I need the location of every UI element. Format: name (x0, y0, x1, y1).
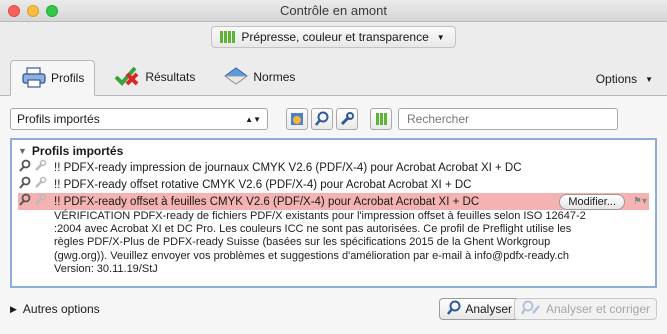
disclosure-closed-icon: ▶ (10, 303, 17, 314)
printer-icon (21, 66, 47, 91)
group-label: Profils importés (31, 144, 124, 158)
chevron-updown-icon: ▲▼ (245, 114, 261, 124)
tab-profils-label: Profils (51, 71, 85, 85)
minimize-window-button[interactable] (27, 5, 39, 17)
magnifier-icon (446, 300, 462, 319)
tab-resultats[interactable]: Résultats (103, 59, 205, 95)
tab-resultats-label: Résultats (145, 70, 196, 84)
options-menu[interactable]: Options ▼ (596, 72, 653, 86)
tab-profils[interactable]: Profils (10, 60, 96, 96)
tab-normes-label: Normes (253, 70, 296, 84)
magnifier-icon (18, 193, 32, 210)
profile-category-dropdown[interactable]: Prépresse, couleur et transparence ▼ (211, 26, 456, 48)
list-item[interactable]: !! PDFX-ready offset rotative CMYK V2.6 … (18, 176, 649, 193)
group-header[interactable]: ▼ Profils importés (18, 143, 649, 159)
new-profile-icon (291, 113, 303, 125)
preflight-window: Contrôle en amont Prépresse, couleur et … (0, 0, 667, 334)
profile-bar: Prépresse, couleur et transparence ▼ (0, 22, 667, 52)
options-label: Options (595, 72, 638, 86)
analyze-and-fix-button[interactable]: Analyser et corriger (513, 298, 657, 320)
wrench-icon (33, 159, 47, 176)
check-cross-icon (113, 65, 141, 90)
bottom-bar: ▶ Autres options Analyser Analyser et co… (0, 292, 667, 326)
profile-filter-select[interactable]: Profils importés ▲▼ (10, 108, 268, 130)
profile-name: !! PDFX-ready offset à feuilles CMYK V2.… (54, 195, 480, 208)
list-item-selected[interactable]: !! PDFX-ready offset à feuilles CMYK V2.… (18, 193, 649, 210)
modify-button[interactable]: Modifier... (559, 193, 626, 210)
profile-name: !! PDFX-ready offset rotative CMYK V2.6 … (54, 178, 472, 191)
profile-category-label: Prépresse, couleur et transparence (241, 30, 429, 44)
library-button[interactable] (370, 108, 392, 130)
chevron-down-icon: ▼ (436, 32, 445, 42)
profiles-toolbar: Profils importés ▲▼ (10, 106, 657, 132)
analyze-label: Analyser (465, 302, 512, 316)
find-button[interactable] (311, 108, 333, 130)
bars-icon (375, 113, 387, 125)
description-line: (gwg.org)). Veuillez envoyer vos problèm… (54, 249, 570, 262)
description-line: :2004 avec Acrobat XI et DC Pro. Les cou… (54, 223, 572, 236)
new-profile-button[interactable] (286, 108, 308, 130)
magnifier-icon (18, 159, 32, 176)
close-window-button[interactable] (8, 5, 20, 17)
tab-bar: Profils Résultats Normes Options ▼ (0, 52, 667, 96)
flag-menu-icon[interactable]: ⚑▾ (633, 196, 647, 207)
window-title: Contrôle en amont (280, 3, 387, 18)
wrench-icon (340, 112, 354, 126)
description-line: VÉRIFICATION PDFX-ready de fichiers PDF/… (54, 210, 586, 222)
more-options-toggle[interactable]: ▶ Autres options (10, 302, 100, 316)
magnifier-wrench-icon (520, 300, 543, 319)
description-line: Version: 30.11.19/StJ (54, 262, 158, 275)
window-controls (8, 5, 58, 17)
fixup-button[interactable] (336, 108, 358, 130)
magnifier-icon (315, 111, 329, 126)
bars-icon (220, 31, 236, 43)
chevron-down-icon: ▼ (645, 74, 653, 84)
profile-filter-value: Profils importés (17, 112, 100, 126)
profiles-list: ▼ Profils importés !! PDFX-ready impress… (10, 138, 657, 288)
description-line: règles PDF/X-Plus de PDFX-ready Suisse (… (54, 236, 551, 249)
maximize-window-button[interactable] (46, 5, 58, 17)
disclosure-open-icon: ▼ (18, 146, 27, 156)
wrench-icon (33, 193, 47, 210)
wrench-icon (33, 176, 47, 193)
profile-description: VÉRIFICATION PDFX-ready de fichiers PDF/… (54, 210, 649, 276)
more-options-label: Autres options (22, 302, 100, 316)
tab-normes[interactable]: Normes (213, 59, 305, 95)
analyze-fix-label: Analyser et corriger (545, 302, 650, 316)
title-bar: Contrôle en amont (0, 0, 667, 22)
diamond-icon (223, 65, 249, 90)
search-input[interactable] (398, 108, 618, 130)
analyze-button[interactable]: Analyser (439, 298, 519, 320)
profile-name: !! PDFX-ready impression de journaux CMY… (54, 161, 522, 174)
magnifier-icon (18, 176, 32, 193)
list-item[interactable]: !! PDFX-ready impression de journaux CMY… (18, 159, 649, 176)
profiles-pane: Profils importés ▲▼ Rechercher ▼ Profils… (0, 96, 667, 334)
